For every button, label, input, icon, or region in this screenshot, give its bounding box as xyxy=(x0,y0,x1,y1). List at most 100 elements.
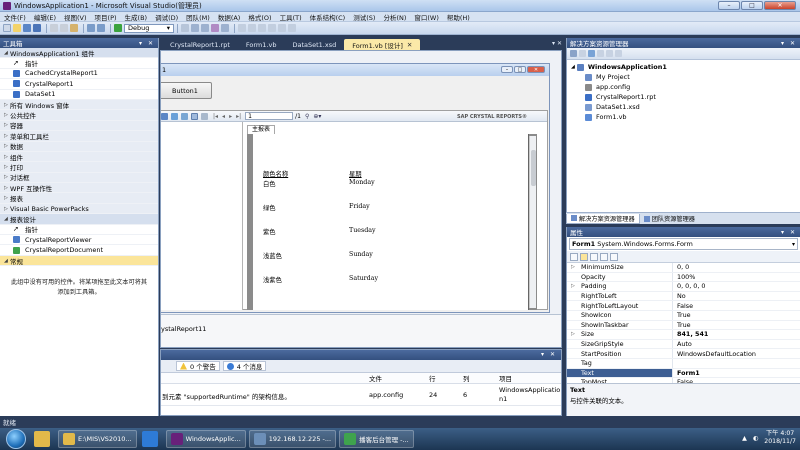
expand-icon[interactable]: ▷ xyxy=(571,331,575,337)
taskbar-button[interactable]: WindowsApplic... xyxy=(165,430,246,448)
menu-item[interactable]: 帮助(H) xyxy=(443,12,474,22)
find-icon[interactable] xyxy=(181,24,189,32)
main-report-tab[interactable]: 主报表 xyxy=(247,125,276,134)
toolbox-item[interactable]: ▷ WPF 互操作性 xyxy=(0,183,158,194)
categorized-icon[interactable] xyxy=(570,252,578,261)
start-button[interactable] xyxy=(6,429,26,449)
crystal-report-viewer[interactable]: |◂ ◂ ▸ ▸| 1 /1 ⚲ ⊕▾ SAP CRYSTAL REPORTS®… xyxy=(161,110,548,310)
solution-item[interactable]: My Project xyxy=(567,72,800,82)
cut-icon[interactable] xyxy=(50,24,58,32)
refresh-icon[interactable] xyxy=(181,112,188,120)
toolbox-item[interactable]: ▷ Visual Basic PowerPacks xyxy=(0,203,158,215)
events-icon[interactable] xyxy=(600,252,608,261)
maximize-button[interactable]: □ xyxy=(741,1,763,10)
toolbox-item[interactable]: CrystalReport1 xyxy=(0,79,158,90)
align-icon[interactable] xyxy=(238,24,246,32)
toolbox-item[interactable]: CrystalReportViewer xyxy=(0,235,158,246)
warnings-filter-button[interactable]: 0 个警告 xyxy=(176,361,220,371)
property-value[interactable]: Form1 xyxy=(673,369,700,377)
page-number-input[interactable]: 1 xyxy=(245,112,294,120)
menu-item[interactable]: 体系结构(C) xyxy=(306,12,350,22)
property-row[interactable]: StartPosition WindowsDefaultLocation xyxy=(567,349,800,359)
document-tab[interactable]: Form1.vb xyxy=(238,39,285,50)
group-tree-icon[interactable] xyxy=(191,112,198,120)
undo-icon[interactable] xyxy=(87,24,95,32)
property-row[interactable]: SizeGripStyle Auto xyxy=(567,339,800,350)
property-row[interactable]: RightToLeft No xyxy=(567,291,800,302)
properties-pane-controls[interactable]: ▾ ✕ xyxy=(781,229,800,236)
last-page-icon[interactable]: ▸| xyxy=(236,113,241,120)
refresh-icon[interactable] xyxy=(588,50,595,57)
property-row[interactable]: ShowInTaskbar True xyxy=(567,320,800,331)
menu-item[interactable]: 项目(P) xyxy=(91,12,121,22)
menu-item[interactable]: 窗口(W) xyxy=(410,12,443,22)
document-tab[interactable]: CrystalReport1.rpt xyxy=(162,39,238,50)
toolbox-item[interactable]: CachedCrystalReport1 xyxy=(0,69,158,80)
lock-icon[interactable] xyxy=(288,24,296,32)
toolbox-item[interactable]: ▷ 组件 xyxy=(0,151,158,163)
property-row[interactable]: Tag xyxy=(567,358,800,369)
column-col[interactable]: 列 xyxy=(463,373,470,383)
solution-item[interactable]: CrystalReport1.rpt xyxy=(567,92,800,102)
solution-explorer-icon[interactable] xyxy=(191,24,199,32)
toolbox-item[interactable]: ▷ 打印 xyxy=(0,162,158,173)
toolbox-item[interactable]: ➚ 指针 xyxy=(0,58,158,69)
tab-list-dropdown-icon[interactable]: ▾ ✕ xyxy=(552,40,562,47)
collapse-icon[interactable]: ◢ xyxy=(571,64,575,70)
toolbox-item[interactable]: ▷ 菜单和工具栏 xyxy=(0,131,158,142)
property-pages-icon[interactable] xyxy=(610,252,618,261)
properties-icon[interactable] xyxy=(590,252,598,261)
button1-control[interactable]: Button1 xyxy=(161,82,212,99)
volume-icon[interactable]: ◐ xyxy=(753,435,758,442)
property-value[interactable]: 0, 0 xyxy=(673,263,689,271)
report-scrollbar[interactable] xyxy=(529,136,536,308)
toolbox-item[interactable]: ▷ 数据 xyxy=(0,141,158,152)
view-code-icon[interactable] xyxy=(597,50,604,57)
property-row[interactable]: Text Form1 xyxy=(567,368,800,379)
solution-pane-controls[interactable]: ▾ ✕ xyxy=(781,40,800,47)
copy-icon[interactable] xyxy=(60,24,68,32)
first-page-icon[interactable]: |◂ xyxy=(213,113,218,120)
object-selector[interactable]: Form1 System.Windows.Forms.Form ▾ xyxy=(569,238,798,250)
solution-panel-tab[interactable]: 解决方案资源管理器 xyxy=(566,213,640,224)
document-tab[interactable]: DataSet1.xsd xyxy=(284,39,344,50)
property-row[interactable]: ▷ MinimumSize 0, 0 xyxy=(567,263,800,273)
alphabetical-icon[interactable] xyxy=(580,252,588,261)
size-icon[interactable] xyxy=(268,24,276,32)
spacing-icon[interactable] xyxy=(258,24,266,32)
taskbar-button[interactable] xyxy=(32,430,55,448)
toolbox-item[interactable]: ▷ 公共控件 xyxy=(0,110,158,121)
network-icon[interactable]: ▲ xyxy=(742,435,747,442)
messages-filter-button[interactable]: 4 个消息 xyxy=(222,361,267,371)
clock[interactable]: 下午 4:07 2018/11/7 xyxy=(764,430,796,446)
solution-panel-tab[interactable]: 团队资源管理器 xyxy=(640,214,699,224)
minimize-button[interactable]: – xyxy=(718,1,740,10)
property-row[interactable]: ▷ Padding 0, 0, 0, 0 xyxy=(567,282,800,292)
property-value[interactable]: 841, 541 xyxy=(673,330,708,338)
layout-icon[interactable] xyxy=(248,24,256,32)
binoculars-icon[interactable]: ⚲ xyxy=(305,113,309,120)
toolbox-item[interactable]: ◢ 报表设计 xyxy=(0,214,158,225)
menu-item[interactable]: 编辑(E) xyxy=(30,12,60,22)
property-value[interactable]: True xyxy=(673,311,691,319)
properties-icon[interactable] xyxy=(570,50,577,57)
expand-icon[interactable]: ▷ xyxy=(571,283,575,289)
toolbox-item[interactable]: CrystalReportDocument xyxy=(0,245,158,256)
object-browser-icon[interactable] xyxy=(211,24,219,32)
toolbox-item[interactable]: ▷ 容器 xyxy=(0,120,158,132)
toolbox-item[interactable]: ▷ 所有 Windows 窗体 xyxy=(0,99,158,111)
view-designer-icon[interactable] xyxy=(606,50,613,57)
menu-item[interactable]: 生成(B) xyxy=(121,12,152,22)
menu-item[interactable]: 数据(A) xyxy=(214,12,245,22)
tray-component[interactable]: ystalReport11 xyxy=(161,325,206,333)
new-project-icon[interactable] xyxy=(3,24,11,32)
form-window[interactable]: 1 – □ ✕ Button1 |◂ ◂ ▸ ▸| 1 /1 ⚲ ⊕▾ SAP … xyxy=(161,63,550,313)
next-page-icon[interactable]: ▸ xyxy=(229,113,232,120)
print-icon[interactable] xyxy=(171,112,178,120)
save-all-icon[interactable] xyxy=(33,24,41,32)
toolbox-item[interactable]: ◢ WindowsApplication1 组件 xyxy=(0,48,158,59)
solution-item[interactable]: DataSet1.xsd xyxy=(567,102,800,112)
toolbox-item[interactable]: ▷ 对话框 xyxy=(0,172,158,184)
menu-item[interactable]: 调试(D) xyxy=(151,12,182,22)
property-value[interactable]: True xyxy=(673,321,691,329)
